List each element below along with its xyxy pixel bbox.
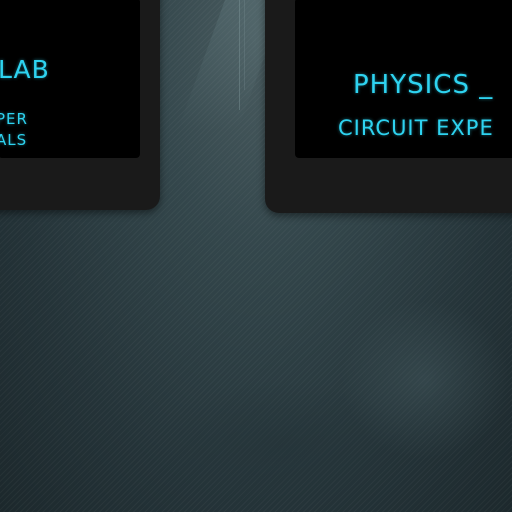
background-line [244, 0, 245, 90]
tile-subtitle-line1: PER [0, 110, 28, 128]
background-shadow [150, 380, 410, 510]
physics-experiment-tile[interactable]: PHYSICS _ CIRCUIT EXPE [265, 0, 512, 213]
tile-subtitle: CIRCUIT EXPE [338, 116, 494, 140]
tile-subtitle-line2: ALS [0, 131, 28, 149]
background-haze [340, 300, 510, 460]
tile-title: LAB [0, 55, 50, 84]
tile-title: PHYSICS _ [353, 70, 494, 100]
lab-experiment-tile[interactable]: LAB PER ALS [0, 0, 160, 210]
background-line [239, 0, 240, 110]
